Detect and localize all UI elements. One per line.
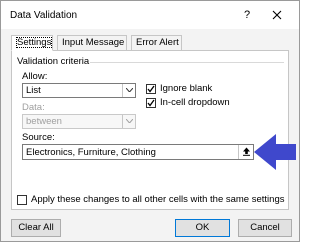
tab-error-alert[interactable]: Error Alert: [131, 35, 182, 51]
allow-label: Allow:: [22, 71, 48, 82]
data-validation-dialog: Data Validation ? Settings Input Message…: [0, 0, 300, 242]
collapse-dialog-icon[interactable]: [238, 145, 253, 159]
ignore-blank-label[interactable]: Ignore blank: [160, 83, 212, 94]
settings-panel: Validation criteria Allow: List Ignore b…: [11, 50, 289, 210]
source-input[interactable]: Electronics, Furniture, Clothing: [22, 144, 254, 160]
ok-button[interactable]: OK: [175, 219, 230, 237]
title-bar: Data Validation ?: [1, 1, 299, 29]
chevron-down-icon[interactable]: [122, 84, 135, 97]
close-icon[interactable]: [269, 7, 285, 23]
tab-settings[interactable]: Settings: [11, 35, 53, 51]
allow-dropdown[interactable]: List: [22, 83, 136, 98]
in-cell-dropdown-label[interactable]: In-cell dropdown: [160, 97, 230, 108]
in-cell-dropdown-checkbox[interactable]: [146, 98, 156, 108]
validation-criteria-label: Validation criteria: [17, 56, 90, 67]
clear-all-button[interactable]: Clear All: [11, 219, 61, 237]
tab-input-message[interactable]: Input Message: [57, 35, 127, 51]
pointer-arrow-icon: [254, 134, 296, 170]
apply-all-checkbox[interactable]: [17, 195, 27, 205]
chevron-down-icon[interactable]: [122, 115, 135, 128]
dialog-title: Data Validation: [10, 10, 78, 21]
data-value: between: [26, 116, 62, 127]
cancel-button[interactable]: Cancel: [238, 219, 292, 237]
ignore-blank-checkbox[interactable]: [146, 84, 156, 94]
data-dropdown[interactable]: between: [22, 114, 136, 129]
allow-value: List: [26, 85, 41, 96]
source-value: Electronics, Furniture, Clothing: [26, 147, 156, 158]
tab-settings-label: Settings: [16, 37, 53, 48]
help-button[interactable]: ?: [239, 7, 255, 23]
apply-all-label[interactable]: Apply these changes to all other cells w…: [31, 194, 284, 205]
section-divider: [90, 62, 284, 63]
data-label: Data:: [22, 102, 45, 113]
source-label: Source:: [22, 132, 55, 143]
